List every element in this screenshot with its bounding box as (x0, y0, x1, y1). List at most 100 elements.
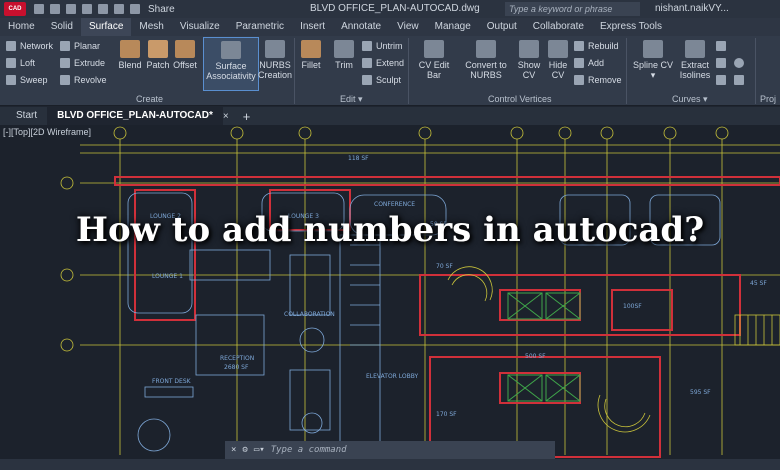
tab-home[interactable]: Home (0, 18, 43, 36)
room-label: 100SF (623, 303, 642, 310)
save-as-icon[interactable] (82, 4, 92, 14)
ribbon-tabs: Home Solid Surface Mesh Visualize Parame… (0, 18, 780, 36)
network-icon (6, 41, 16, 51)
patch-button[interactable]: Patch (144, 40, 172, 70)
blend-button[interactable]: Blend (116, 40, 144, 70)
tab-mesh[interactable]: Mesh (131, 18, 171, 36)
revolve-button[interactable]: Revolve (60, 75, 107, 85)
revolve-icon (60, 75, 70, 85)
spline-cv-icon (643, 40, 663, 58)
tab-express-tools[interactable]: Express Tools (592, 18, 670, 36)
headline-title: How to add numbers in autocad? (75, 210, 705, 250)
planar-button[interactable]: Planar (60, 41, 100, 51)
tab-solid[interactable]: Solid (43, 18, 81, 36)
tab-parametric[interactable]: Parametric (228, 18, 292, 36)
trim-button[interactable]: Trim (330, 40, 358, 70)
edit-group-label[interactable]: Edit ▾ (340, 94, 363, 105)
tab-collaborate[interactable]: Collaborate (525, 18, 592, 36)
nurbs-icon (265, 40, 285, 58)
rebuild-button[interactable]: Rebuild (574, 41, 619, 51)
new-file-icon[interactable] (34, 4, 44, 14)
arc-tool-button[interactable] (716, 75, 726, 85)
hide-cv-button[interactable]: Hide CV (544, 40, 572, 80)
fillet-icon (301, 40, 321, 58)
search-input[interactable]: Type a keyword or phrase (505, 2, 640, 16)
untrim-button[interactable]: Untrim (362, 41, 403, 51)
tab-active-drawing[interactable]: BLVD OFFICE_PLAN-AUTOCAD* (47, 107, 223, 125)
close-command-icon[interactable]: × (231, 445, 236, 455)
arc-icon (716, 75, 726, 85)
room-label: 118 SF (348, 155, 369, 162)
room-label: LOUNGE 1 (152, 273, 183, 280)
close-tab-icon[interactable]: × (217, 111, 235, 122)
blend-icon (120, 40, 140, 58)
group-separator (755, 38, 756, 104)
tab-visualize[interactable]: Visualize (172, 18, 228, 36)
network-button[interactable]: Network (6, 41, 53, 51)
sculpt-button[interactable]: Sculpt (362, 75, 401, 85)
circle-tool-button[interactable] (734, 58, 744, 68)
autocad-window: { "titlebar": { "logo": "CAD", "share_la… (0, 0, 780, 470)
extrude-button[interactable]: Extrude (60, 58, 105, 68)
tab-start[interactable]: Start (6, 107, 47, 125)
room-label: COLLABORATION (284, 311, 335, 318)
tab-view[interactable]: View (389, 18, 427, 36)
extract-isolines-button[interactable]: Extract Isolines (678, 40, 712, 80)
surface-associativity-button[interactable]: Surface Associativity (203, 37, 259, 91)
room-label: ELEVATOR LOBBY (366, 373, 419, 380)
fillet-button[interactable]: Fillet (297, 40, 325, 70)
convert-nurbs-icon (476, 40, 496, 58)
curves-group-label[interactable]: Curves ▾ (672, 94, 708, 105)
tab-manage[interactable]: Manage (427, 18, 479, 36)
tab-annotate[interactable]: Annotate (333, 18, 389, 36)
tab-output[interactable]: Output (479, 18, 525, 36)
command-input[interactable]: Type a command (271, 445, 347, 455)
cv-edit-bar-button[interactable]: CV Edit Bar (411, 40, 457, 80)
save-icon[interactable] (66, 4, 76, 14)
patch-icon (148, 40, 168, 58)
offset-button[interactable]: Offset (170, 40, 200, 70)
rectangle-tool-button[interactable] (716, 58, 726, 68)
redo-icon[interactable] (130, 4, 140, 14)
show-cv-button[interactable]: Show CV (514, 40, 544, 80)
remove-cv-button[interactable]: Remove (574, 75, 622, 85)
hide-cv-icon (548, 40, 568, 58)
document-title: BLVD OFFICE_PLAN-AUTOCAD.dwg (310, 3, 480, 14)
rebuild-icon (574, 41, 584, 51)
circle-icon (734, 58, 744, 68)
user-account[interactable]: nishant.naikVY... (655, 3, 729, 14)
tab-insert[interactable]: Insert (292, 18, 333, 36)
room-label: 595 SF (690, 389, 711, 396)
sculpt-icon (362, 75, 372, 85)
room-label: RECEPTION (220, 355, 255, 362)
drawing-canvas[interactable]: [-][Top][2D Wireframe] 118 SF LOUNGE 2 L… (0, 125, 780, 459)
line-icon (716, 41, 726, 51)
plot-icon[interactable] (98, 4, 108, 14)
line-tool-button[interactable] (716, 41, 726, 51)
viewport-controls[interactable]: [-][Top][2D Wireframe] (3, 127, 91, 137)
tab-surface[interactable]: Surface (80, 18, 132, 36)
extend-button[interactable]: Extend (362, 58, 404, 68)
command-line[interactable]: × ⚙ ▭▾ Type a command (225, 441, 555, 459)
loft-button[interactable]: Loft (6, 58, 35, 68)
convert-to-nurbs-button[interactable]: Convert to NURBS (462, 40, 510, 80)
remove-icon (574, 75, 584, 85)
new-tab-button[interactable]: + (235, 109, 259, 124)
spline-cv-button[interactable]: Spline CV ▾ (630, 40, 676, 81)
polygon-tool-button[interactable] (734, 75, 744, 85)
customize-icon[interactable]: ⚙ (242, 445, 247, 455)
autocad-logo-icon[interactable]: CAD (4, 2, 26, 16)
show-cv-icon (519, 40, 539, 58)
group-separator (626, 38, 627, 104)
nurbs-creation-button[interactable]: NURBS Creation (258, 40, 292, 80)
surface-associativity-icon (221, 41, 241, 59)
open-file-icon[interactable] (50, 4, 60, 14)
share-button[interactable]: Share (148, 4, 175, 15)
sweep-button[interactable]: Sweep (6, 75, 48, 85)
control-vertices-group-label: Control Vertices (488, 94, 552, 104)
cv-edit-bar-icon (424, 40, 444, 58)
add-cv-button[interactable]: Add (574, 58, 604, 68)
loft-icon (6, 58, 16, 68)
undo-icon[interactable] (114, 4, 124, 14)
room-label: FRONT DESK (152, 378, 191, 385)
